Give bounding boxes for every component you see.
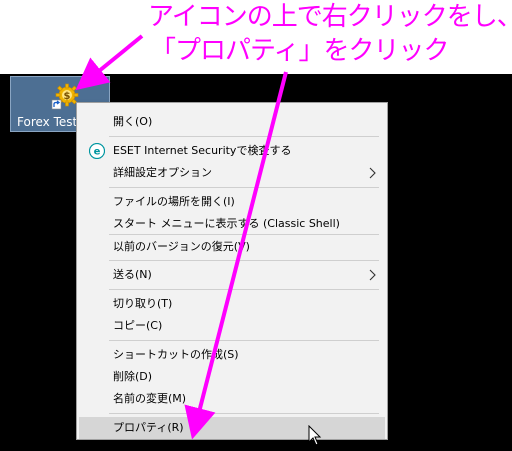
menu-item-label: 切り取り(T) (113, 297, 173, 310)
menu-item-label: プロパティ(R) (113, 421, 184, 434)
instruction-annotation: アイコンの上で右クリックをし、 「プロパティ」をクリック (148, 0, 512, 68)
svg-text:e: e (94, 147, 101, 158)
menu-item-copy[interactable]: コピー(C) (79, 315, 385, 337)
menu-item-advanced-options[interactable]: 詳細設定オプション (79, 162, 385, 184)
menu-item-properties[interactable]: プロパティ(R) (79, 417, 385, 439)
menu-separator (109, 260, 379, 261)
menu-item-label: ESET Internet Securityで検査する (113, 144, 292, 157)
menu-item-show-in-start-menu[interactable]: スタート メニューに表示する (Classic Shell) (79, 213, 385, 235)
svg-text:$: $ (64, 91, 71, 102)
instruction-line-2: 「プロパティ」をクリック (150, 36, 449, 66)
menu-item-label: ショートカットの作成(S) (113, 348, 239, 361)
menu-separator (109, 413, 379, 414)
menu-item-create-shortcut[interactable]: ショートカットの作成(S) (79, 344, 385, 366)
menu-item-label: スタート メニューに表示する (Classic Shell) (113, 217, 340, 230)
instruction-line-1: アイコンの上で右クリックをし、 (148, 2, 512, 32)
menu-item-label: 送る(N) (113, 268, 152, 281)
menu-item-label: コピー(C) (113, 319, 163, 332)
menu-item-eset-scan[interactable]: e ESET Internet Securityで検査する (79, 140, 385, 162)
chevron-right-icon (369, 167, 376, 179)
menu-item-label: 詳細設定オプション (113, 166, 212, 179)
menu-item-open-file-location[interactable]: ファイルの場所を開く(I) (79, 191, 385, 213)
menu-separator (109, 340, 379, 341)
menu-separator (109, 187, 379, 188)
menu-item-label: 以前のバージョンの復元(V) (113, 240, 250, 253)
menu-item-open[interactable]: 開く(O) (79, 111, 385, 133)
menu-item-restore-previous-versions[interactable]: 以前のバージョンの復元(V) (79, 236, 385, 258)
menu-item-label: 名前の変更(M) (113, 392, 187, 405)
gear-dollar-shortcut-icon: $ (51, 83, 79, 110)
menu-separator (109, 289, 379, 290)
menu-item-label: 削除(D) (113, 370, 153, 383)
mouse-cursor-icon (308, 425, 322, 446)
menu-item-cut[interactable]: 切り取り(T) (79, 293, 385, 315)
menu-separator (109, 234, 379, 235)
eset-icon: e (89, 143, 105, 159)
context-menu: 開く(O) e ESET Internet Securityで検査する 詳細設定… (76, 102, 388, 440)
menu-separator (109, 136, 379, 137)
menu-item-rename[interactable]: 名前の変更(M) (79, 388, 385, 410)
menu-item-label: 開く(O) (113, 115, 153, 128)
chevron-right-icon (369, 269, 376, 281)
menu-item-send-to[interactable]: 送る(N) (79, 264, 385, 286)
menu-item-label: ファイルの場所を開く(I) (113, 195, 235, 208)
menu-item-delete[interactable]: 削除(D) (79, 366, 385, 388)
